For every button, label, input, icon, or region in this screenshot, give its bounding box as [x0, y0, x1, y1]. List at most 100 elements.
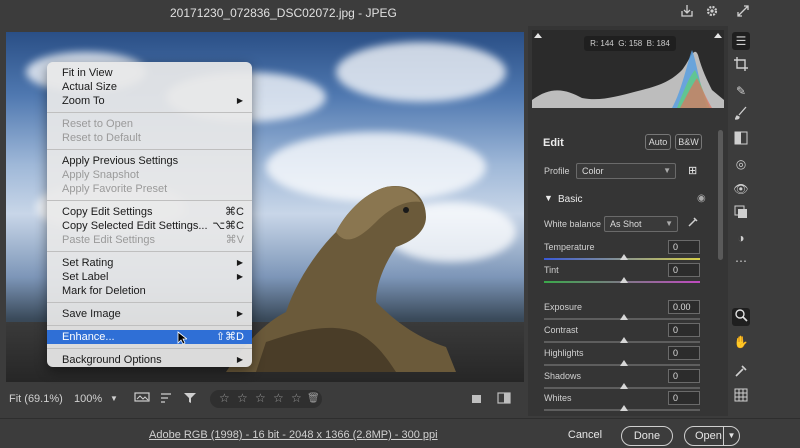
menu-item-enhance[interactable]: Enhance... ⇧⌘D [47, 330, 252, 344]
star-icon[interactable]: ☆ [255, 391, 266, 405]
whites-value[interactable]: 0 [668, 391, 700, 405]
highlights-value[interactable]: 0 [668, 346, 700, 360]
open-button[interactable]: Open ▼ [684, 426, 740, 446]
eyedropper-icon[interactable] [687, 216, 699, 231]
panel-scrollbar[interactable] [718, 130, 723, 260]
filter-icon[interactable] [183, 391, 197, 408]
tint-slider[interactable] [544, 277, 700, 283]
menu-item-label: Actual Size [62, 81, 118, 93]
menu-item-label: Mark for Deletion [62, 285, 146, 297]
gear-icon[interactable] [703, 4, 721, 22]
snapshots-icon[interactable] [732, 205, 750, 223]
more-icon[interactable]: ⋯ [732, 252, 750, 270]
menu-separator [47, 112, 252, 113]
trash-icon[interactable]: 🗑 [307, 393, 320, 404]
temperature-value[interactable]: 0 [668, 240, 700, 254]
chevron-down-icon[interactable]: ▼ [544, 193, 553, 203]
red-eye-icon[interactable]: 👁 [732, 180, 750, 198]
basic-section-title[interactable]: Basic [558, 194, 582, 205]
gradient-icon[interactable] [732, 131, 750, 149]
tint-value[interactable]: 0 [668, 263, 700, 277]
menu-item-label: Paste Edit Settings [62, 234, 155, 246]
menu-item-zoom-to[interactable]: Zoom To ▶ [47, 94, 252, 108]
auto-button[interactable]: Auto [645, 134, 671, 150]
temperature-slider[interactable] [544, 254, 700, 260]
crop-icon[interactable] [732, 57, 750, 75]
zoom-level-button[interactable]: 100% [74, 393, 102, 405]
menu-item-copy-selected-edit-settings[interactable]: Copy Selected Edit Settings... ⌥⌘C [47, 219, 252, 233]
sort-icon[interactable] [159, 391, 173, 408]
menu-item-reset-to-default: Reset to Default [47, 131, 252, 145]
white-balance-dropdown[interactable]: As Shot ▼ [604, 216, 678, 232]
slider-handle[interactable] [620, 337, 628, 343]
exposure-value[interactable]: 0.00 [668, 300, 700, 314]
star-icon[interactable]: ☆ [219, 391, 230, 405]
color-sampler-icon[interactable] [732, 364, 750, 382]
profile-browser-icon[interactable]: ⊞ [688, 164, 697, 177]
submenu-arrow-icon: ▶ [236, 355, 243, 364]
menu-item-set-label[interactable]: Set Label ▶ [47, 270, 252, 284]
shadows-value[interactable]: 0 [668, 369, 700, 383]
slider-handle[interactable] [620, 405, 628, 411]
highlights-slider[interactable] [544, 360, 700, 366]
menu-item-copy-edit-settings[interactable]: Copy Edit Settings ⌘C [47, 205, 252, 219]
shadows-slider[interactable] [544, 383, 700, 389]
menu-item-label: Zoom To [62, 95, 105, 107]
compare-icon[interactable] [470, 391, 484, 408]
visibility-eye-icon[interactable]: ◉ [697, 193, 706, 204]
done-button[interactable]: Done [621, 426, 673, 446]
bw-button[interactable]: B&W [675, 134, 702, 150]
export-icon[interactable] [678, 4, 696, 22]
presets-icon[interactable]: ◑ [732, 229, 750, 247]
slider-handle[interactable] [620, 277, 628, 283]
menu-item-background-options[interactable]: Background Options ▶ [47, 353, 252, 367]
slider-handle[interactable] [620, 360, 628, 366]
menu-item-paste-edit-settings: Paste Edit Settings ⌘V [47, 233, 252, 247]
cancel-button[interactable]: Cancel [560, 426, 610, 446]
filmstrip-icon[interactable] [134, 391, 150, 408]
edit-sliders-icon[interactable]: ☰ [732, 32, 750, 50]
white-balance-label: White balance [544, 219, 602, 229]
menu-item-label: Apply Previous Settings [62, 155, 179, 167]
menu-item-shortcut: ⌘V [225, 234, 244, 246]
contrast-value[interactable]: 0 [668, 323, 700, 337]
menu-separator [47, 149, 252, 150]
profile-dropdown[interactable]: Color ▼ [576, 163, 676, 179]
menu-item-fit-in-view[interactable]: Fit in View [47, 66, 252, 80]
menu-item-save-image[interactable]: Save Image ▶ [47, 307, 252, 321]
slider-handle[interactable] [620, 254, 628, 260]
menu-item-set-rating[interactable]: Set Rating ▶ [47, 256, 252, 270]
before-after-icon[interactable] [497, 391, 511, 408]
temperature-label: Temperature [544, 242, 595, 252]
hand-tool-icon[interactable]: ✋ [732, 333, 750, 351]
star-rating[interactable]: ☆ ☆ ☆ ☆ ☆ 🗑 [210, 390, 322, 408]
fit-zoom-button[interactable]: Fit (69.1%) [9, 393, 63, 405]
zoom-tool-icon[interactable] [732, 308, 750, 326]
star-icon[interactable]: ☆ [237, 391, 248, 405]
brush-icon[interactable] [732, 106, 750, 124]
exposure-slider[interactable] [544, 314, 700, 320]
star-icon[interactable]: ☆ [273, 391, 284, 405]
menu-separator [47, 348, 252, 349]
menu-item-label: Set Rating [62, 257, 114, 269]
slider-handle[interactable] [620, 314, 628, 320]
contrast-label: Contrast [544, 325, 579, 335]
whites-slider[interactable] [544, 405, 700, 411]
grid-icon[interactable] [732, 388, 750, 406]
healing-icon[interactable]: ✎ [732, 82, 750, 100]
menu-item-label: Copy Selected Edit Settings... [62, 220, 208, 232]
zoom-chevron-icon[interactable]: ▼ [110, 394, 118, 403]
star-icon[interactable]: ☆ [291, 391, 302, 405]
slider-handle[interactable] [620, 383, 628, 389]
menu-item-apply-previous-settings[interactable]: Apply Previous Settings [47, 154, 252, 168]
radial-filter-icon[interactable]: ◎ [732, 155, 750, 173]
chevron-down-icon[interactable]: ▼ [723, 427, 739, 445]
submenu-arrow-icon: ▶ [236, 258, 243, 267]
workflow-options-link[interactable]: Adobe RGB (1998) - 16 bit - 2048 x 1366 … [149, 429, 438, 441]
contrast-slider[interactable] [544, 337, 700, 343]
profile-value: Color [582, 166, 604, 176]
menu-item-mark-for-deletion[interactable]: Mark for Deletion [47, 284, 252, 298]
white-balance-value: As Shot [610, 219, 642, 229]
menu-item-actual-size[interactable]: Actual Size [47, 80, 252, 94]
fullscreen-icon[interactable] [734, 4, 752, 22]
